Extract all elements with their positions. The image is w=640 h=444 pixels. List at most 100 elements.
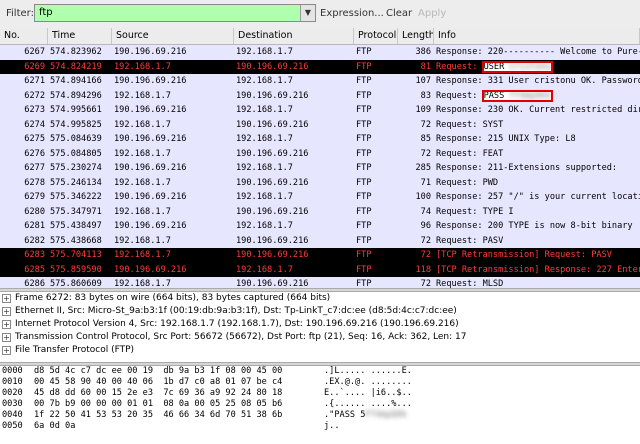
detail-tree-item[interactable]: + Internet Protocol Version 4, Src: 192.1… [0, 318, 640, 331]
info-text: Request: PWD [436, 177, 499, 188]
hex-dump[interactable]: 0000 d8 5d 4c c7 dc ee 00 19 db 9a b3 1f … [0, 366, 640, 444]
cell-dst: 192.168.1.7 [236, 221, 293, 231]
column-header-source[interactable]: Source [112, 28, 234, 44]
table-row[interactable]: 6278 575.246134 192.168.1.7 190.196.69.216 F… [0, 175, 640, 190]
hex-ascii-text: ."PASS 5 [324, 410, 366, 420]
table-row[interactable]: 6282 575.438668 192.168.1.7 190.196.69.216 F… [0, 233, 640, 248]
cell-dst: 192.168.1.7 [236, 105, 293, 115]
cell-len: 81 [420, 61, 431, 72]
detail-label: Transmission Control Protocol, Src Port:… [15, 332, 467, 342]
cell-len: 72 [420, 235, 431, 246]
info-text: Request: PASV [436, 235, 504, 246]
hex-ascii-text: .]L..... ......E. [324, 366, 412, 376]
column-header-no[interactable]: No. [0, 28, 48, 44]
table-row[interactable]: 6267 574.823962 190.196.69.216 192.168.1.7 F… [0, 45, 640, 60]
hex-row: 0030 00 7b b9 00 00 00 01 01 08 0a 00 05 … [0, 399, 640, 410]
table-row[interactable]: 6283 575.704113 192.168.1.7 190.196.69.216 F… [0, 248, 640, 263]
credential-highlight: USER cristonu [481, 60, 553, 73]
cell-proto: FTP [356, 264, 372, 275]
column-header-info[interactable]: Info [434, 28, 640, 44]
cell-len: 72 [420, 250, 431, 260]
column-header-length[interactable]: Length [398, 28, 434, 44]
expand-icon[interactable]: + [2, 307, 11, 316]
cell-time: 574.894166 [50, 76, 102, 86]
cell-info: Request: PASS ff4mp0kk [434, 89, 640, 104]
expression-button[interactable]: Expression... [320, 8, 384, 19]
table-row[interactable]: 6269 574.824219 192.168.1.7 190.196.69.216 F… [0, 59, 640, 74]
cell-time: 575.860609 [50, 279, 102, 288]
hex-offset: 0040 [2, 410, 23, 420]
table-row[interactable]: 6277 575.230274 190.196.69.216 192.168.1.7 F… [0, 161, 640, 176]
info-text: Response: 200 TYPE is now 8-bit binary [436, 221, 633, 231]
filter-input[interactable]: ftp [34, 4, 316, 22]
cell-info: Response: 230 OK. Current restricted dir… [434, 103, 640, 118]
cell-time: 575.704113 [50, 250, 102, 260]
expand-icon[interactable]: + [2, 333, 11, 342]
apply-button[interactable]: Apply [418, 8, 446, 19]
hex-ascii-text: .{...... ....%... [324, 399, 412, 409]
cell-src: 190.196.69.216 [114, 47, 187, 57]
table-row[interactable]: 6286 575.860609 192.168.1.7 190.196.69.216 F… [0, 277, 640, 288]
cell-dst: 190.196.69.216 [236, 148, 309, 159]
cell-dst: 190.196.69.216 [236, 206, 309, 217]
cell-dst: 190.196.69.216 [236, 235, 309, 246]
table-row[interactable]: 6281 575.438497 190.196.69.216 192.168.1.7 F… [0, 219, 640, 234]
cell-time: 574.995825 [50, 119, 102, 130]
detail-tree-item[interactable]: + Transmission Control Protocol, Src Port… [0, 331, 640, 344]
cell-src: 192.168.1.7 [114, 206, 171, 217]
cell-len: 71 [420, 177, 431, 188]
cell-info: Response: 257 "/" is your current locati… [434, 190, 640, 205]
hex-bytes: 00 45 58 90 40 00 40 06 1b d7 c0 a8 01 0… [34, 377, 283, 387]
column-header-destination[interactable]: Destination [234, 28, 354, 44]
cell-no: 6279 [24, 192, 45, 202]
hex-ascii-text: E..`.... |i6..$.. [324, 388, 412, 398]
column-header-protocol[interactable]: Protocol [354, 28, 398, 44]
hex-row: 0040 1f 22 50 41 53 53 20 35 46 66 34 6d … [0, 410, 640, 421]
filter-toolbar: Filter: ftp ▼ Expression... Clear Apply [0, 0, 640, 29]
hex-offset: 0050 [2, 421, 23, 431]
table-row[interactable]: 6276 575.084805 192.168.1.7 190.196.69.216 F… [0, 146, 640, 161]
cell-len: 72 [420, 148, 431, 159]
table-row[interactable]: 6271 574.894166 190.196.69.216 192.168.1.7 F… [0, 74, 640, 89]
cell-proto: FTP [356, 163, 372, 173]
table-row[interactable]: 6272 574.894296 192.168.1.7 190.196.69.216 F… [0, 88, 640, 104]
cell-src: 192.168.1.7 [114, 235, 171, 246]
cell-no: 6276 [24, 148, 45, 159]
chevron-down-icon[interactable]: ▼ [300, 5, 315, 21]
info-text: Request: MLSD [436, 279, 504, 288]
detail-tree-item[interactable]: + Frame 6272: 83 bytes on wire (664 bits)… [0, 292, 640, 305]
cell-src: 190.196.69.216 [114, 264, 187, 275]
info-text: [TCP Retransmission] Request: PASV [436, 250, 612, 260]
cell-proto: FTP [356, 134, 372, 144]
cell-proto: FTP [356, 279, 372, 288]
cell-no: 6280 [24, 206, 45, 217]
column-header-time[interactable]: Time [48, 28, 112, 44]
clear-button[interactable]: Clear [386, 8, 412, 19]
expand-icon[interactable]: + [2, 346, 11, 355]
detail-tree-item[interactable]: + Ethernet II, Src: Micro-St_9a:b3:1f (00… [0, 305, 640, 318]
detail-tree-item[interactable]: + File Transfer Protocol (FTP) [0, 344, 640, 357]
cell-proto: FTP [356, 192, 372, 202]
hex-row: 0000 d8 5d 4c c7 dc ee 00 19 db 9a b3 1f … [0, 366, 640, 377]
expand-icon[interactable]: + [2, 320, 11, 329]
packet-list[interactable]: No. Time Source Destination Protocol Len… [0, 28, 640, 288]
table-row[interactable]: 6280 575.347971 192.168.1.7 190.196.69.216 F… [0, 204, 640, 219]
cell-dst: 192.168.1.7 [236, 264, 293, 275]
table-row[interactable]: 6274 574.995825 192.168.1.7 190.196.69.216 F… [0, 117, 640, 132]
table-row[interactable]: 6273 574.995661 190.196.69.216 192.168.1.7 F… [0, 103, 640, 118]
table-row[interactable]: 6279 575.346222 190.196.69.216 192.168.1.7 F… [0, 190, 640, 205]
credential-highlight: PASS ff4mp0kk [481, 89, 553, 102]
info-text: Request: FEAT [436, 148, 504, 159]
info-text: [TCP Retransmission] Response: 227 Enter… [436, 264, 640, 275]
hex-bytes: 6a 0d 0a [34, 421, 76, 431]
cell-proto: FTP [356, 177, 372, 188]
table-row[interactable]: 6275 575.084639 190.196.69.216 192.168.1.7 F… [0, 132, 640, 147]
packet-details[interactable]: + Frame 6272: 83 bytes on wire (664 bits)… [0, 292, 640, 362]
cell-proto: FTP [356, 221, 372, 231]
table-row[interactable]: 6285 575.859590 190.196.69.216 192.168.1.7 F… [0, 262, 640, 277]
expand-icon[interactable]: + [2, 294, 11, 303]
info-text: Response: 215 UNIX Type: L8 [436, 134, 576, 144]
detail-label: File Transfer Protocol (FTP) [15, 345, 135, 355]
cell-src: 190.196.69.216 [114, 76, 187, 86]
cell-no: 6281 [24, 221, 45, 231]
